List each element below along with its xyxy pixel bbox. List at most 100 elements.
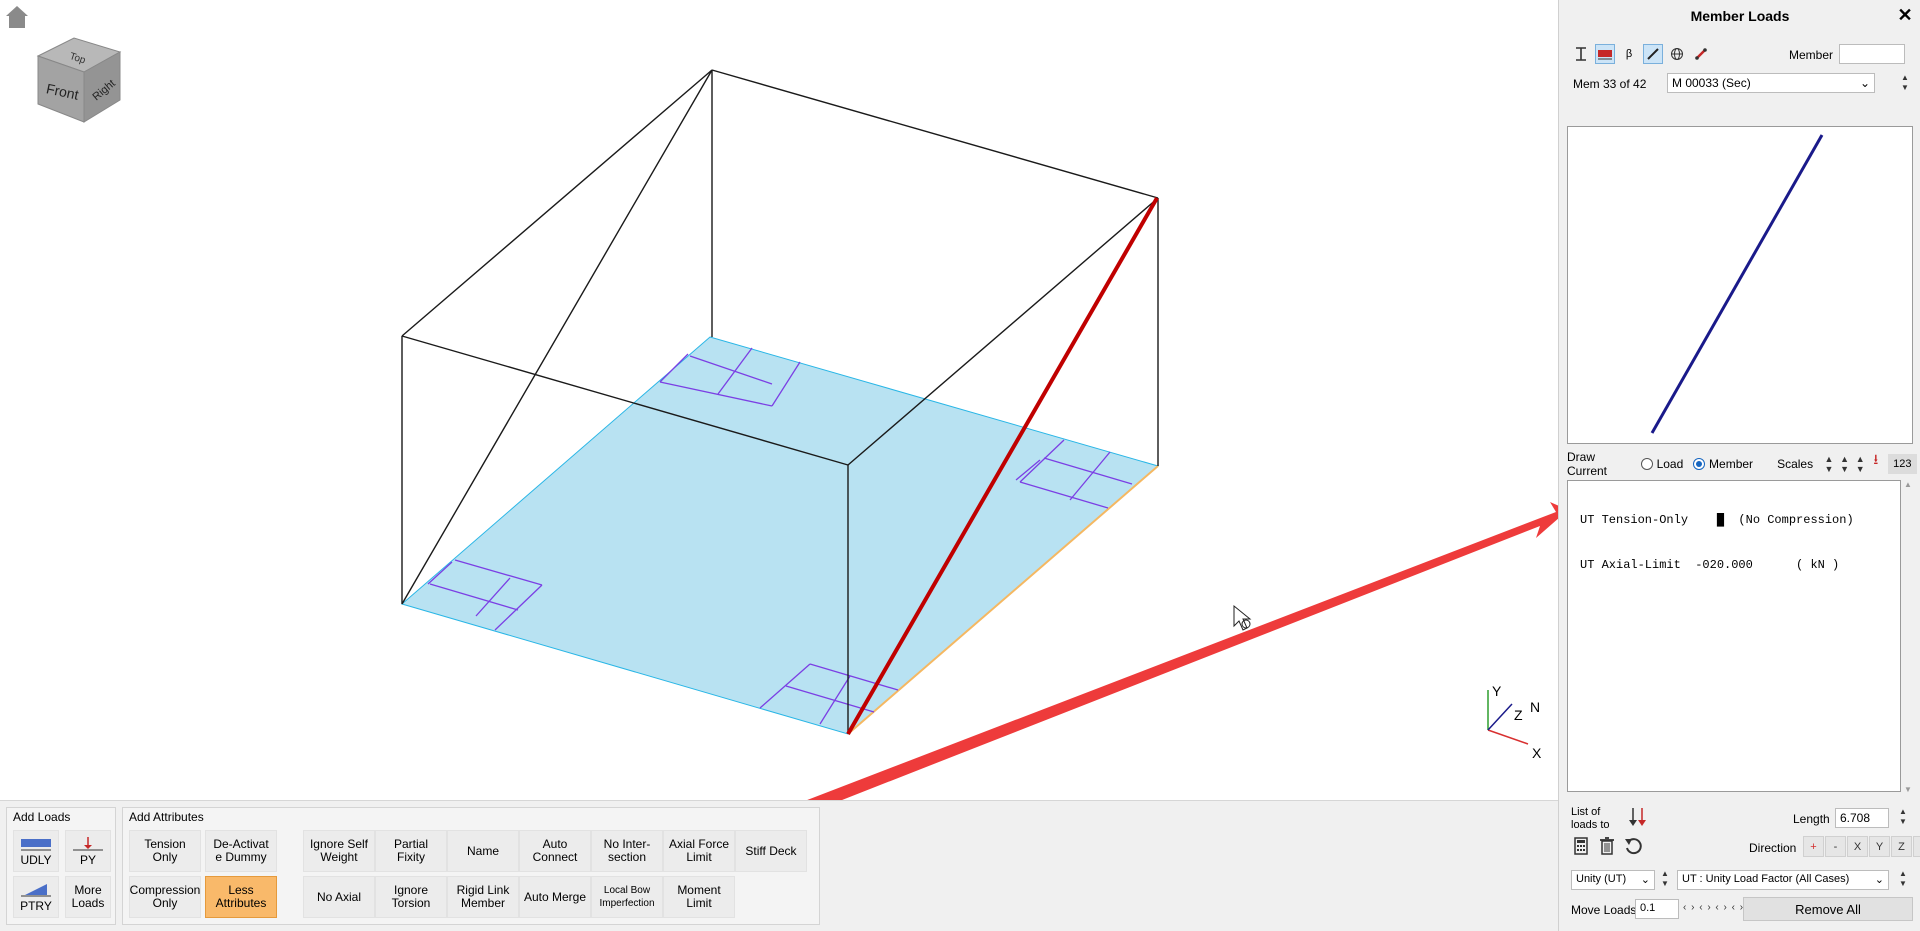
remove-all-button[interactable]: Remove All [1743,897,1913,921]
axis-triad: Y Z N X [1487,683,1542,761]
member-count: Mem 33 of 42 [1573,77,1647,91]
add-loads-title: Add Loads [13,810,71,824]
load-arrow-icon[interactable]: ⭳ [1868,452,1884,474]
member-preview-drawing [1650,134,1824,434]
member-input[interactable] [1839,44,1905,64]
draw-current-row: Draw Current Load Member Scales ▲ ▼ ▲ ▼ ▲ ▼… [1567,450,1917,478]
ignore-torsion-button[interactable]: Ignore Torsion [375,876,447,918]
direction-label: Direction [1749,841,1797,855]
view-cube[interactable]: Top Front Right [34,30,124,126]
list-item[interactable]: UT Tension-Only █ (No Compression) [1580,513,1888,530]
radio-load-label: Load [1656,457,1684,471]
member-spinner[interactable]: ▲ ▼ [1899,73,1911,95]
member-select[interactable]: M 00033 (Sec) ⌄ [1667,73,1875,93]
member-preview [1567,126,1913,444]
partial-fixity-button[interactable]: Partial Fixity [375,830,447,872]
i-beam-icon[interactable] [1571,44,1591,64]
load-case-select-value: UT : Unity Load Factor (All Cases) [1682,873,1850,885]
trash-icon[interactable] [1597,836,1617,856]
udl-icon[interactable] [1595,44,1615,64]
chevron-down-icon: ⌄ [1859,76,1870,90]
svg-text:N: N [1530,699,1540,715]
scale-spinner-2[interactable]: ▲ ▼ [1837,454,1853,474]
py-button[interactable]: PY [65,830,111,872]
less-attributes-button[interactable]: Less Attributes [205,876,277,918]
stiff-deck-button[interactable]: Stiff Deck [735,830,807,872]
add-attributes-title: Add Attributes [129,810,204,824]
unity-select[interactable]: Unity (UT) ⌄ [1571,870,1655,890]
scale-spinner-1[interactable]: ▲ ▼ [1821,454,1837,474]
length-input[interactable]: 6.708 [1835,808,1889,828]
list-item[interactable]: UT Axial-Limit -020.000 ( kN ) [1580,558,1888,575]
beta-icon[interactable]: β [1619,44,1639,64]
direction-y-button[interactable]: Y [1869,836,1890,857]
chevron-down-icon: ⌄ [1640,874,1650,886]
svg-text:Z: Z [1514,707,1523,723]
globe-icon[interactable] [1667,44,1687,64]
udl-icon [21,838,51,850]
chevron-down-icon: ⌄ [1874,874,1884,886]
more-loads-button[interactable]: More Loads [65,876,111,918]
unity-select-value: Unity (UT) [1576,873,1627,885]
direction-minus-button[interactable]: - [1825,836,1846,857]
link-icon[interactable] [1691,44,1711,64]
moment-limit-button[interactable]: Moment Limit [663,876,735,918]
no-intersection-button[interactable]: No Inter- section [591,830,663,872]
auto-connect-button[interactable]: Auto Connect [519,830,591,872]
length-spinner[interactable]: ▲ ▼ [1897,807,1909,829]
add-loads-group: Add Loads UDLY PY PTRY More Loads [6,807,116,925]
direction-plus-button[interactable]: + [1803,836,1824,857]
direction-buttons: + - X Y Z N M W [1803,836,1920,857]
auto-merge-button[interactable]: Auto Merge [519,876,591,918]
member-icon[interactable] [1643,44,1663,64]
name-button[interactable]: Name [447,830,519,872]
loads-list-scrollbar[interactable]: ▲ ▼ [1901,480,1915,794]
direction-x-button[interactable]: X [1847,836,1868,857]
radio-member[interactable] [1693,458,1706,470]
move-arrows[interactable]: ‹ › ‹ › ‹ › ‹ › [1683,902,1744,913]
svg-text:Y: Y [1492,683,1502,699]
member-loads-panel: Member Loads ✕ β Member Mem 33 of 42 M 0… [1558,0,1920,931]
draw-current-label: Draw Current [1567,450,1608,478]
model-scene [400,69,1558,800]
panel-toolbar: β [1571,44,1711,64]
tension-only-button[interactable]: Tension Only [129,830,201,872]
deactivate-dummy-button[interactable]: De-Activat e Dummy [205,830,277,872]
add-attributes-group: Add Attributes Tension Only De-Activat e… [122,807,820,925]
axial-force-limit-button[interactable]: Axial Force Limit [663,830,735,872]
mouse-cursor [1233,604,1252,631]
rigid-link-member-button[interactable]: Rigid Link Member [447,876,519,918]
calculator-icon[interactable] [1571,836,1591,856]
move-loads-label: Move Loads [1571,903,1637,917]
load-direction-icon[interactable] [1627,806,1649,828]
no-axial-button[interactable]: No Axial [303,876,375,918]
scales-label: Scales [1777,457,1814,471]
direction-z-button[interactable]: Z [1891,836,1912,857]
udly-button[interactable]: UDLY [13,830,59,872]
loads-list[interactable]: UT Tension-Only █ (No Compression) UT Ax… [1567,480,1901,792]
move-loads-input[interactable]: 0.1 [1635,899,1679,919]
ignore-self-weight-button[interactable]: Ignore Self Weight [303,830,375,872]
model-viewport[interactable]: Top Front Right Y Z N X [0,0,1558,800]
list-actions [1571,836,1643,856]
scale-spinner-3[interactable]: ▲ ▼ [1852,454,1868,474]
load-case-select[interactable]: UT : Unity Load Factor (All Cases) ⌄ [1677,870,1889,890]
radio-load[interactable] [1640,458,1653,470]
list-of-loads-label: List of loads to [1571,806,1610,831]
home-icon[interactable] [4,4,30,30]
values-toggle-button[interactable]: 123 [1887,454,1917,474]
direction-n-button[interactable]: N [1913,836,1920,857]
close-icon[interactable]: ✕ [1896,6,1914,24]
local-bow-imperfection-button[interactable]: Local Bow Imperfection [591,876,663,918]
point-load-icon [73,836,103,850]
member-label: Member [1789,48,1834,62]
ptry-button[interactable]: PTRY [13,876,59,918]
unity-spinner[interactable]: ▲ ▼ [1659,869,1671,891]
length-label: Length [1793,812,1830,826]
load-case-spinner[interactable]: ▲ ▼ [1897,869,1909,891]
compression-only-button[interactable]: Compression Only [129,876,201,918]
panel-title: Member Loads [1690,8,1790,24]
radio-member-label: Member [1709,457,1754,471]
undo-icon[interactable] [1623,836,1643,856]
svg-text:X: X [1532,745,1542,761]
